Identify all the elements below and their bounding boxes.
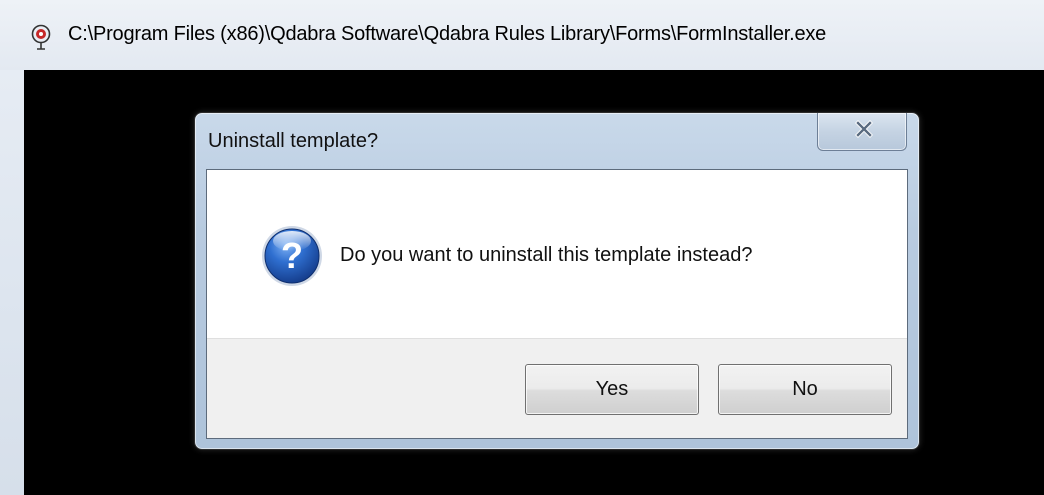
uninstall-dialog: Uninstall template? ? Do you want to uni… xyxy=(194,112,920,450)
dialog-title: Uninstall template? xyxy=(208,130,379,152)
message-area: ? Do you want to uninstall this template… xyxy=(207,170,907,338)
close-icon xyxy=(855,120,873,138)
close-button[interactable] xyxy=(817,113,907,151)
yes-button[interactable]: Yes xyxy=(525,364,699,415)
console-window-title: C:\Program Files (x86)\Qdabra Software\Q… xyxy=(68,23,827,45)
no-button[interactable]: No xyxy=(718,364,892,415)
qdabra-app-icon xyxy=(31,24,51,50)
dialog-button-bar: Yes No xyxy=(207,338,907,438)
svg-text:?: ? xyxy=(281,235,303,276)
console-titlebar[interactable]: C:\Program Files (x86)\Qdabra Software\Q… xyxy=(0,0,1044,70)
dialog-message: Do you want to uninstall this template i… xyxy=(340,244,753,266)
question-icon: ? xyxy=(262,226,322,286)
dialog-content: ? Do you want to uninstall this template… xyxy=(206,169,908,439)
